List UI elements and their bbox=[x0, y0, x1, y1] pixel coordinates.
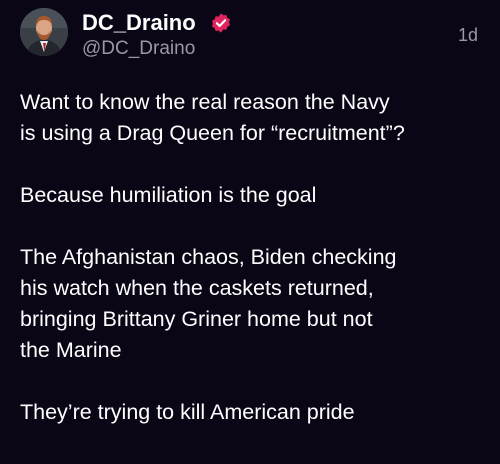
author-display-name[interactable]: DC_Draino bbox=[82, 10, 196, 36]
avatar-photo-icon bbox=[20, 8, 68, 56]
post-paragraph-3: The Afghanistan chaos, Biden checking hi… bbox=[20, 245, 397, 362]
post-paragraph-4: They’re trying to kill American pride bbox=[20, 400, 355, 424]
post-body: Want to know the real reason the Navy is… bbox=[20, 87, 490, 459]
post-timestamp[interactable]: 1d bbox=[458, 24, 478, 46]
post-paragraph-1: Want to know the real reason the Navy is… bbox=[20, 90, 405, 145]
avatar[interactable] bbox=[20, 8, 68, 56]
post-paragraph-2: Because humiliation is the goal bbox=[20, 183, 317, 207]
verified-badge-icon bbox=[212, 13, 230, 33]
author-handle[interactable]: @DC_Draino bbox=[82, 38, 195, 60]
post-card: DC_Draino @DC_Draino 1d Want to know the… bbox=[0, 0, 500, 464]
